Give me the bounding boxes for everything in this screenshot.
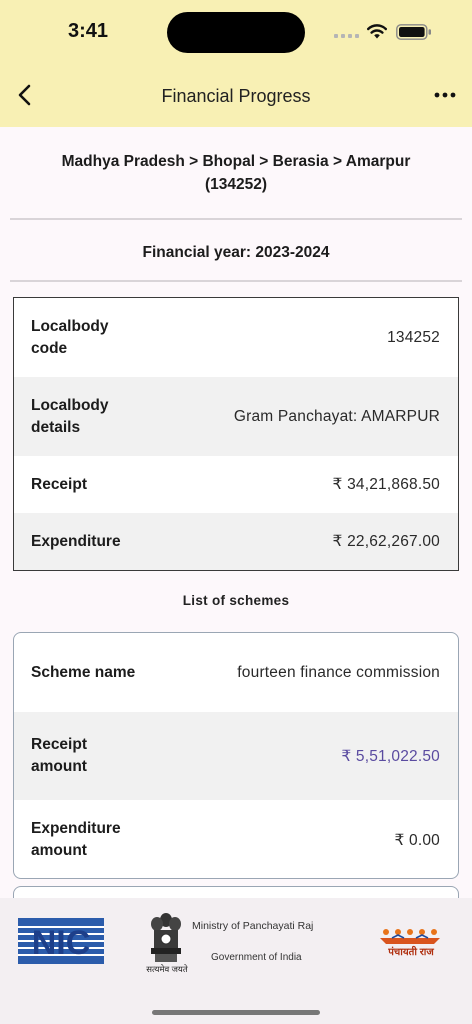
financial-year-label: Financial year: 2023-2024 (142, 244, 330, 261)
footer: NIC सत्यमेव जयते Ministry of Panchayati … (0, 898, 472, 1024)
row-value: fourteen finance commission (237, 663, 440, 681)
more-options-button[interactable] (430, 82, 460, 108)
emblem-icon (151, 913, 181, 962)
summary-row-expenditure: Expenditure ₹ 22,62,267.00 (14, 513, 458, 570)
row-value: 134252 (387, 328, 440, 346)
schemes-heading: List of schemes (182, 593, 290, 608)
home-indicator[interactable] (152, 1010, 320, 1015)
ministry-name: Ministry of Panchayati Raj (192, 920, 314, 932)
scheme-card[interactable]: Scheme name fourteen finance commission … (13, 632, 459, 879)
row-label: Localbody code (31, 317, 109, 357)
localbody-summary-card: Localbody code 134252 Localbody details … (13, 297, 459, 571)
scheme-row-name: Scheme name fourteen finance commission (14, 633, 458, 712)
summary-row-localbody-code: Localbody code 134252 (14, 298, 458, 377)
scheme-row-expenditure: Expenditure amount ₹ 0.00 (14, 800, 458, 878)
divider (10, 218, 462, 220)
summary-row-localbody-details: Localbody details Gram Panchayat: AMARPU… (14, 377, 458, 456)
summary-row-receipt: Receipt ₹ 34,21,868.50 (14, 456, 458, 513)
wifi-icon (367, 24, 387, 39)
status-time: 3:41 (68, 20, 109, 42)
row-label: Receipt amount (31, 736, 87, 775)
row-label: Scheme name (31, 663, 136, 681)
battery-icon (396, 24, 431, 40)
page-title: Financial Progress (161, 86, 311, 106)
breadcrumb: Madhya Pradesh > Bhopal > Berasia > Amar… (20, 150, 452, 196)
row-value: ₹ 0.00 (394, 831, 440, 849)
row-label: Expenditure (31, 532, 121, 550)
svg-text:NIC: NIC (32, 924, 91, 962)
scheme-row-receipt: Receipt amount ₹ 5,51,022.50 (14, 712, 458, 800)
breadcrumb-code: (134252) (204, 176, 268, 193)
row-label: Localbody details (31, 396, 109, 436)
breadcrumb-path: Madhya Pradesh > Bhopal > Berasia > Amar… (61, 153, 411, 170)
divider (10, 280, 462, 282)
emblem-caption: सत्यमेव जयते (146, 964, 188, 974)
status-bar: 3:41 (0, 0, 472, 64)
row-label: Receipt (31, 475, 87, 493)
cellular-signal-icon (334, 34, 359, 38)
row-value: Gram Panchayat: AMARPUR (233, 407, 440, 425)
nic-logo: NIC (18, 918, 104, 964)
row-value: ₹ 34,21,868.50 (332, 476, 440, 493)
dynamic-island (167, 12, 305, 53)
app-bar: Financial Progress (0, 64, 472, 127)
more-horizontal-icon (434, 92, 456, 98)
government-name: Government of India (211, 952, 302, 963)
row-value: ₹ 22,62,267.00 (332, 533, 440, 550)
receipt-amount-link[interactable]: ₹ 5,51,022.50 (341, 747, 440, 766)
row-label: Expenditure amount (31, 820, 121, 859)
panchayati-raj-caption: पंचायती राज (388, 947, 434, 958)
